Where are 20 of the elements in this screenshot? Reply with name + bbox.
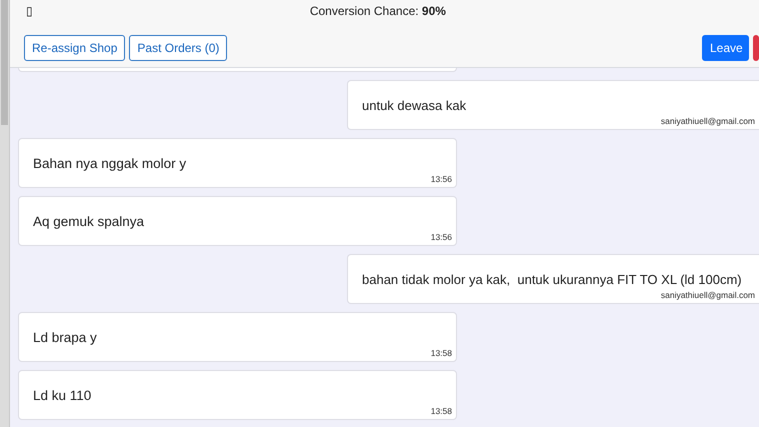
- placeholder-icon: ▯: [26, 4, 33, 18]
- message-text: Ld ku 110: [32, 387, 92, 403]
- sender-email: saniyathiuell@gmail.com: [660, 116, 755, 126]
- partial-button[interactable]: [753, 35, 759, 61]
- leave-button[interactable]: Leave: [702, 35, 749, 61]
- message-text: Aq gemuk spalnya: [32, 213, 146, 229]
- message-text: untuk dewasa kak: [361, 97, 468, 113]
- message-time: 13:58: [430, 406, 452, 416]
- scrollbar-thumb[interactable]: [1, 0, 8, 125]
- outline-button[interactable]: Past Orders (0): [129, 35, 228, 61]
- scrollbar[interactable]: [0, 0, 9, 427]
- message-time: 13:58: [430, 348, 452, 358]
- message-time: 13:56: [430, 232, 452, 242]
- sender-email: saniyathiuell@gmail.com: [660, 290, 755, 300]
- conversion-chance: Conversion Chance: 90%: [310, 4, 446, 18]
- message-time: 13:56: [430, 174, 452, 184]
- outline-button[interactable]: Re-assign Shop: [24, 35, 126, 61]
- message-text: bahan tidak molor ya kak, untuk ukurannya FIT TO XL (ld 100cm): [361, 271, 743, 287]
- message-text: Ld brapa y: [32, 329, 98, 345]
- message-text: Bahan nya nggak molor y: [32, 155, 188, 171]
